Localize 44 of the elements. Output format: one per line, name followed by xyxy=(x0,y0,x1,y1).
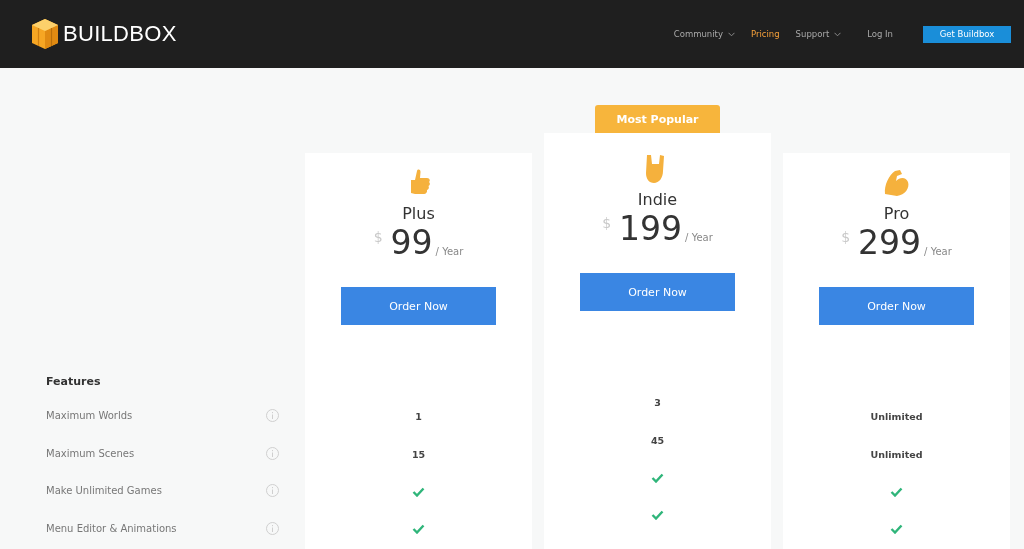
plan-name: Plus xyxy=(402,204,435,223)
check-icon xyxy=(412,524,425,535)
currency-symbol: $ xyxy=(373,229,383,245)
most-popular-badge: Most Popular xyxy=(595,105,720,133)
price-amount: 199 xyxy=(619,209,683,249)
feature-label: Make Unlimited Games xyxy=(46,485,162,497)
nav-link[interactable]: Support xyxy=(795,29,842,39)
login-link[interactable]: Log In xyxy=(867,29,893,39)
plan-name: Pro xyxy=(883,204,910,223)
feature-value: Unlimited xyxy=(870,411,923,423)
logo-text: BUILDBOX xyxy=(63,21,177,47)
currency-symbol: $ xyxy=(602,215,612,231)
feature-label: Menu Editor & Animations xyxy=(46,522,177,534)
feature-label: Maximum Scenes xyxy=(46,447,135,459)
price-period: / Year xyxy=(435,246,464,257)
nav-link[interactable]: Community xyxy=(673,29,735,39)
feature-label: Maximum Worlds xyxy=(46,410,133,422)
feature-value: 1 xyxy=(415,411,422,423)
nav-link[interactable]: Pricing xyxy=(750,29,780,39)
check-icon xyxy=(412,486,425,497)
feature-value: 3 xyxy=(654,397,661,409)
info-icon xyxy=(266,484,279,498)
plan-name: Indie xyxy=(637,190,678,209)
info-icon xyxy=(266,446,279,460)
order-now-button[interactable]: Order Now xyxy=(580,273,735,311)
price-amount: 299 xyxy=(858,223,922,263)
features-heading: Features xyxy=(46,375,102,390)
check-icon xyxy=(651,472,664,483)
price-period: / Year xyxy=(924,246,952,257)
order-now-button[interactable]: Order Now xyxy=(819,287,974,325)
price-period: / Year xyxy=(685,232,713,243)
logo-icon xyxy=(30,17,60,51)
check-icon xyxy=(651,510,664,521)
feature-value: 45 xyxy=(650,434,665,446)
info-icon xyxy=(266,409,279,423)
feature-value: Unlimited xyxy=(870,448,923,460)
check-icon xyxy=(890,524,903,535)
order-now-button[interactable]: Order Now xyxy=(341,287,496,325)
get-buildbox-button[interactable]: Get Buildbox xyxy=(923,25,1011,43)
check-icon xyxy=(890,486,903,497)
feature-value: 15 xyxy=(411,448,426,460)
currency-symbol: $ xyxy=(841,229,851,245)
price-amount: 99 xyxy=(390,223,433,263)
info-icon xyxy=(266,521,279,535)
